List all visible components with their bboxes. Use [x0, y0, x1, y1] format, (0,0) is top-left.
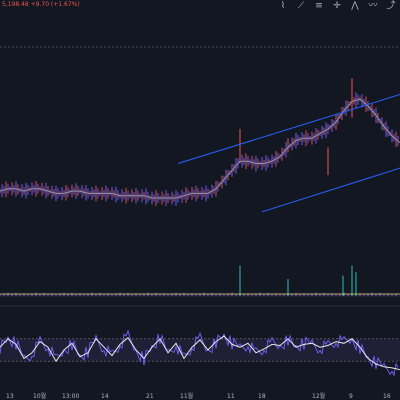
- fib-icon[interactable]: ≡: [314, 1, 324, 11]
- pattern-icon[interactable]: ⋀: [350, 1, 360, 11]
- trend-icon[interactable]: ⤴: [386, 1, 396, 11]
- ruler-icon[interactable]: ⟋: [296, 1, 306, 11]
- x-axis-tick-label: 13:00: [62, 393, 80, 400]
- x-axis-tick-label: 21: [146, 393, 154, 400]
- x-axis-tick-label: 13: [6, 393, 14, 400]
- x-axis-tick-label: 11: [227, 393, 235, 400]
- symbol-header: 5,198.48 +9.70 (+1.67%): [2, 1, 80, 8]
- x-axis-tick-label: 16: [383, 393, 391, 400]
- price-change: 5,198.48 +9.70 (+1.67%): [2, 1, 80, 8]
- x-axis-tick-label: 18: [258, 393, 266, 400]
- x-axis-tick-label: 11월: [180, 393, 194, 400]
- brush-icon[interactable]: ⌇: [278, 1, 288, 11]
- chart-canvas[interactable]: 5,198.48 +9.70 (+1.67%) ⌇ ⟋ ≡ ✛ ⋀ 〰 ⤴ 13…: [0, 0, 400, 400]
- x-axis-tick-label: 12월: [312, 393, 326, 400]
- crosshair-icon[interactable]: ✛: [332, 1, 342, 11]
- x-axis-tick-label: 9: [349, 393, 353, 400]
- x-axis-tick-label: 10월: [33, 393, 47, 400]
- drawing-toolbar: ⌇ ⟋ ≡ ✛ ⋀ 〰 ⤴: [274, 0, 400, 12]
- chart-svg[interactable]: [0, 0, 400, 400]
- zigzag-icon[interactable]: 〰: [368, 1, 378, 11]
- x-axis-tick-label: 14: [101, 393, 109, 400]
